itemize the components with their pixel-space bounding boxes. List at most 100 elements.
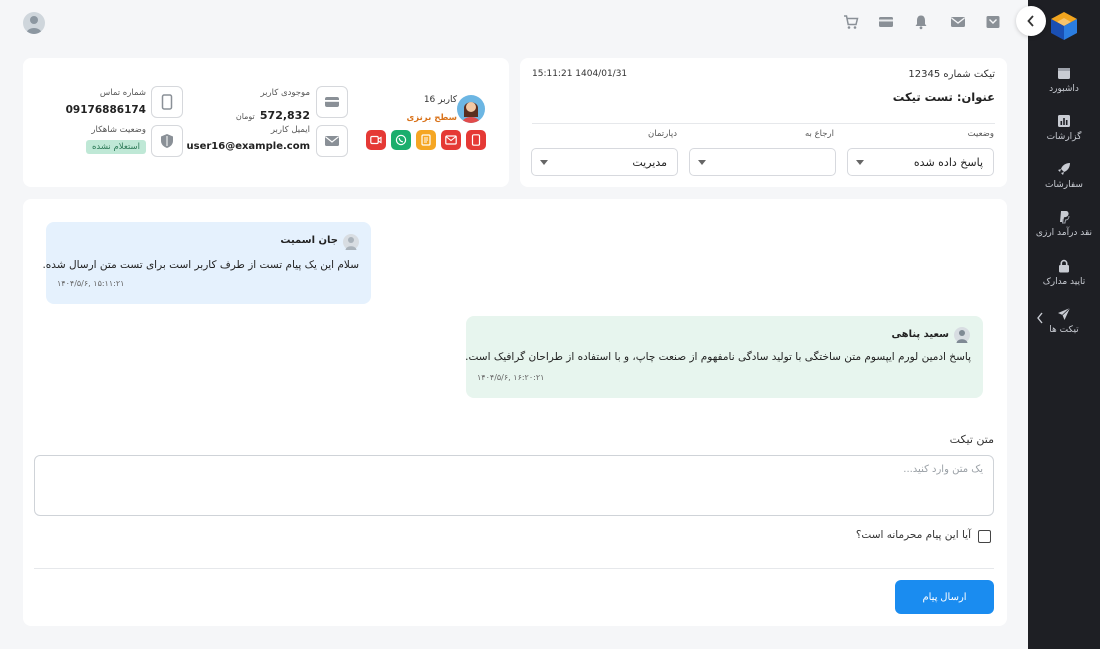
mobile-contact-button[interactable] (466, 130, 486, 150)
status-select[interactable]: پاسخ داده شده (847, 148, 994, 176)
whatsapp-contact-button[interactable] (391, 130, 411, 150)
ticket-info-card: تیکت شماره 12345 15:11:21 1404/01/31 عنو… (520, 58, 1007, 187)
user-avatar (457, 95, 485, 123)
reply-label: متن تیکت (949, 433, 994, 446)
shield-icon-box (151, 125, 183, 157)
mobile-phone-icon (161, 94, 173, 110)
ticket-title-label: عنوان: (956, 90, 995, 104)
email-contact-button[interactable] (441, 130, 461, 150)
email-value: user16@example.com (186, 141, 311, 152)
mobile-icon (471, 134, 481, 146)
mail-icon[interactable] (950, 14, 966, 30)
chat-card: جان اسمیت سلام این یک پیام تست از طرف کا… (23, 199, 1007, 626)
shahkar-status-badge: استعلام نشده (85, 140, 146, 154)
rocket-icon (1058, 163, 1070, 175)
admin-message: سعید پناهی پاسخ ادمین لورم ایپسوم متن سا… (465, 316, 983, 398)
balance-label: موجودی کاربر (260, 88, 310, 98)
balance-unit: تومان (235, 112, 255, 121)
balance: 572,832 تومان (236, 104, 310, 123)
paypal-icon (1060, 211, 1070, 224)
balance-value: 572,832 (259, 109, 310, 122)
divider (532, 123, 995, 124)
user-message-avatar (343, 234, 359, 250)
sidebar-item-label: سفارشات (1045, 180, 1083, 190)
reply-textarea[interactable]: یک متن وارد کنید... (34, 455, 994, 516)
department-select[interactable]: مدیریت (531, 148, 678, 176)
phone-icon-box (151, 86, 183, 118)
ticket-datetime: 15:11:21 1404/01/31 (532, 69, 628, 79)
wallet-icon-box (316, 86, 348, 118)
sidebar: داشبورد گزارشات سفارشات نقد درآمد ارزی ت… (1028, 0, 1100, 649)
department-select-value: مدیریت (632, 155, 667, 169)
video-call-button[interactable] (366, 130, 386, 150)
app-logo[interactable] (1049, 10, 1079, 42)
credit-card-icon[interactable] (878, 14, 894, 30)
user-message: جان اسمیت سلام این یک پیام تست از طرف کا… (42, 222, 371, 304)
sidebar-item-verify-docs[interactable]: تایید مدارک (1028, 259, 1100, 288)
send-message-button[interactable]: ارسال پیام (895, 580, 994, 614)
admin-message-avatar (954, 327, 970, 343)
private-checkbox[interactable] (978, 530, 991, 543)
shield-icon (161, 134, 173, 148)
ticket-number: تیکت شماره 12345 (908, 69, 995, 80)
status-select-value: پاسخ داده شده (913, 155, 983, 169)
sidebar-item-label: گزارشات (1046, 132, 1082, 142)
sidebar-item-currency-income[interactable]: نقد درآمد ارزی (1028, 210, 1100, 239)
person-icon (956, 330, 968, 343)
user-level: سطح برنزی (406, 113, 457, 123)
ticket-title: عنوان: تست تیکت (893, 90, 995, 104)
user-info-card: کاربر 16 سطح برنزی موجودی کاربر 572,832 … (23, 58, 509, 187)
status-label: وضعیت (967, 129, 994, 139)
chevron-down-icon (698, 160, 706, 165)
message-text: پاسخ ادمین لورم ایپسوم متن ساختگی با تول… (465, 351, 971, 363)
message-text: سلام این یک پیام تست از طرف کاربر است بر… (42, 259, 359, 271)
message-author: جان اسمیت (280, 235, 338, 246)
phone-label: شماره تماس (99, 88, 146, 98)
lock-icon (1059, 259, 1069, 273)
sidebar-item-label: داشبورد (1049, 84, 1079, 94)
chevron-down-icon (856, 160, 864, 165)
sidebar-item-reports[interactable]: گزارشات (1028, 114, 1100, 143)
app-root: داشبورد گزارشات سفارشات نقد درآمد ارزی ت… (0, 0, 1100, 649)
profile-avatar[interactable] (23, 12, 45, 34)
sidebar-collapse-button[interactable] (1016, 6, 1046, 36)
phone-value: 09176886174 (65, 104, 146, 116)
sidebar-item-label: نقد درآمد ارزی (1035, 228, 1093, 238)
bell-icon[interactable] (913, 14, 929, 30)
sidebar-item-label: تایید مدارک (1042, 277, 1086, 287)
message-time: ۱۵:۱۱:۲۱ ,۱۴۰۴/۵/۶ (57, 279, 125, 288)
email-label: ایمیل کاربر (270, 125, 310, 135)
mail-icon (325, 136, 339, 146)
calendar-icon (1058, 68, 1070, 79)
video-icon (370, 135, 382, 145)
cart-icon[interactable] (843, 14, 859, 30)
document-icon (421, 134, 431, 146)
chevron-down-icon (540, 160, 548, 165)
wallet-icon (325, 97, 339, 107)
woman-avatar-icon (462, 102, 480, 123)
email-icon-box (316, 125, 348, 157)
whatsapp-icon (395, 134, 407, 146)
sidebar-item-label: تیکت ها (1049, 325, 1079, 335)
inbox-icon[interactable] (985, 14, 1001, 30)
private-checkbox-label: آیا این پیام محرمانه است؟ (855, 529, 971, 541)
department-label: دپارتمان (648, 129, 677, 139)
shahkar-label: وضعیت شاهکار (91, 125, 146, 135)
person-icon (26, 16, 42, 34)
chevron-left-icon (1027, 15, 1034, 27)
ticket-title-value: تست تیکت (892, 90, 953, 104)
note-contact-button[interactable] (416, 130, 436, 150)
sidebar-item-orders[interactable]: سفارشات (1028, 162, 1100, 191)
person-icon (345, 237, 357, 250)
envelope-icon (445, 135, 457, 145)
divider (34, 568, 994, 569)
chevron-left-icon[interactable] (1036, 312, 1044, 324)
chart-icon (1058, 115, 1070, 127)
sidebar-item-dashboard[interactable]: داشبورد (1028, 66, 1100, 95)
message-time: ۱۶:۲۰:۲۱ ,۱۴۰۴/۵/۶ (477, 373, 545, 382)
user-name: کاربر 16 (423, 95, 457, 105)
send-icon (1058, 307, 1071, 320)
refer-label: ارجاع به (804, 129, 834, 139)
message-author: سعید پناهی (891, 329, 949, 340)
refer-select[interactable] (689, 148, 836, 176)
